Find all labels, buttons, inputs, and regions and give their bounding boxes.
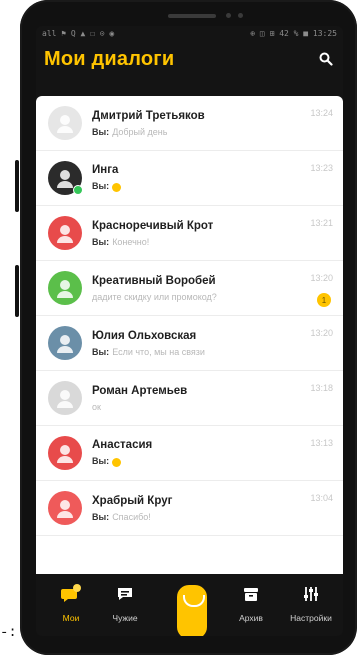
- dialog-meta: Красноречивый Крот Вы: Конечно!: [92, 220, 343, 247]
- contact-name: Роман Артемьев: [92, 384, 188, 397]
- avatar: [48, 106, 82, 140]
- tab-mine[interactable]: Мои: [46, 584, 96, 623]
- sender-prefix: Вы:: [92, 181, 110, 192]
- avatar: [48, 216, 82, 250]
- phone-speaker: [168, 14, 216, 18]
- message-time: 13:18: [310, 383, 333, 393]
- message-preview: Вы: Конечно!: [92, 237, 343, 247]
- dialog-row[interactable]: Дмитрий Третьяков Вы: Добрый день 13:24: [36, 96, 343, 151]
- tab-label: Чужие: [112, 613, 138, 623]
- status-right: ⊕ ◫ ⊞ 42 % ■ 13:25: [250, 28, 337, 38]
- avatar: [48, 326, 82, 360]
- tab-settings[interactable]: Настройки: [286, 584, 336, 623]
- message-preview: дадите скидку или промокод?: [92, 292, 343, 302]
- contact-name: Красноречивый Крот: [92, 219, 214, 232]
- chat-bubble-icon: [61, 584, 81, 602]
- decorative-dashes: -:: [0, 625, 17, 641]
- dialog-row[interactable]: Анастасия Вы: 13:13: [36, 426, 343, 481]
- page-title: Мои диалоги: [44, 47, 175, 70]
- tab-label: Настройки: [290, 613, 332, 623]
- tab-archive[interactable]: Архив: [226, 584, 276, 623]
- sender-prefix: Вы:: [92, 456, 110, 467]
- search-icon[interactable]: [317, 50, 335, 68]
- dialog-meta: Юлия Ольховская Вы: Если что, мы на связи: [92, 330, 343, 357]
- dialog-meta: Инга Вы:: [92, 164, 343, 192]
- message-time: 13:04: [310, 493, 333, 503]
- dialog-meta: Анастасия Вы:: [92, 439, 343, 467]
- phone-sensor: [238, 13, 243, 18]
- message-preview: ок: [92, 402, 343, 412]
- dialog-row[interactable]: Инга Вы: 13:23: [36, 151, 343, 206]
- tab-others[interactable]: Чужие: [100, 584, 150, 623]
- dialog-row[interactable]: Юлия Ольховская Вы: Если что, мы на связи 1…: [36, 316, 343, 371]
- message-text: ок: [92, 401, 101, 412]
- avatar: [48, 271, 82, 305]
- status-left: all ⚑ Q ▲ ☐ ⊙ ◉: [42, 28, 115, 38]
- avatar: [48, 381, 82, 415]
- message-time: 13:20: [310, 328, 333, 338]
- chat-lines-icon: [118, 588, 132, 600]
- dialog-meta: Роман Артемьев ок: [92, 385, 343, 412]
- message-time: 13:23: [310, 163, 333, 173]
- message-text: Спасибо!: [112, 511, 151, 522]
- sender-prefix: Вы:: [92, 236, 110, 247]
- message-preview: Вы:: [92, 456, 343, 467]
- dialog-meta: Дмитрий Третьяков Вы: Добрый день: [92, 110, 343, 137]
- message-preview: Вы: Добрый день: [92, 127, 343, 137]
- avatar: [48, 161, 83, 195]
- contact-name: Дмитрий Третьяков: [92, 109, 205, 122]
- bottom-nav: Мои Чужие Архив Настройки: [36, 574, 343, 636]
- smile-emoji-icon: [112, 182, 122, 192]
- message-time: 13:20: [310, 273, 333, 283]
- phone-camera: [226, 13, 231, 18]
- message-preview: Вы: Спасибо!: [92, 512, 343, 522]
- dialog-row[interactable]: Креативный Воробей дадите скидку или пром…: [36, 261, 343, 316]
- header: Мои диалоги: [36, 40, 343, 78]
- message-text: Конечно!: [112, 236, 150, 247]
- message-time: 13:21: [310, 218, 333, 228]
- contact-name: Анастасия: [92, 439, 153, 452]
- unread-badge: 1: [317, 293, 331, 307]
- contact-name: Креативный Воробей: [92, 274, 216, 287]
- dialog-row[interactable]: Храбрый Круг Вы: Спасибо! 13:04: [36, 481, 343, 536]
- tab-label: Мои: [62, 613, 80, 623]
- contact-name: Юлия Ольховская: [92, 329, 197, 342]
- message-text: дадите скидку или промокод?: [92, 291, 217, 302]
- message-time: 13:24: [310, 108, 333, 118]
- dialog-row[interactable]: Красноречивый Крот Вы: Конечно! 13:21: [36, 206, 343, 261]
- dialog-row[interactable]: Роман Артемьев ок 13:18: [36, 371, 343, 426]
- sender-prefix: Вы:: [92, 346, 110, 357]
- avatar: [48, 491, 82, 525]
- contact-name: Инга: [92, 164, 119, 177]
- phone-side-button: [15, 265, 19, 317]
- message-text: Добрый день: [112, 126, 168, 137]
- contact-name: Храбрый Круг: [92, 494, 173, 507]
- smile-emoji-icon: [112, 457, 122, 467]
- dialog-meta: Креативный Воробей дадите скидку или пром…: [92, 275, 343, 302]
- status-bar: all ⚑ Q ▲ ☐ ⊙ ◉ ⊕ ◫ ⊞ 42 % ■ 13:25: [36, 26, 343, 40]
- phone-side-button: [15, 160, 19, 212]
- archive-icon: [244, 588, 258, 601]
- message-time: 13:13: [310, 438, 333, 448]
- app-screen: all ⚑ Q ▲ ☐ ⊙ ◉ ⊕ ◫ ⊞ 42 % ■ 13:25 Мои д…: [36, 26, 343, 636]
- avatar: [48, 436, 82, 470]
- message-text: Если что, мы на связи: [112, 346, 205, 357]
- dialog-meta: Храбрый Круг Вы: Спасибо!: [92, 495, 343, 522]
- sliders-icon: [304, 587, 318, 601]
- tab-label: Архив: [239, 613, 263, 623]
- dialog-list: Дмитрий Третьяков Вы: Добрый день 13:24 Инга…: [36, 96, 343, 586]
- sender-prefix: Вы:: [92, 511, 110, 522]
- message-preview: Вы:: [92, 181, 343, 192]
- sender-prefix: Вы:: [92, 126, 110, 137]
- compose-button[interactable]: [174, 582, 210, 636]
- message-preview: Вы: Если что, мы на связи: [92, 347, 343, 357]
- online-indicator: [73, 185, 83, 195]
